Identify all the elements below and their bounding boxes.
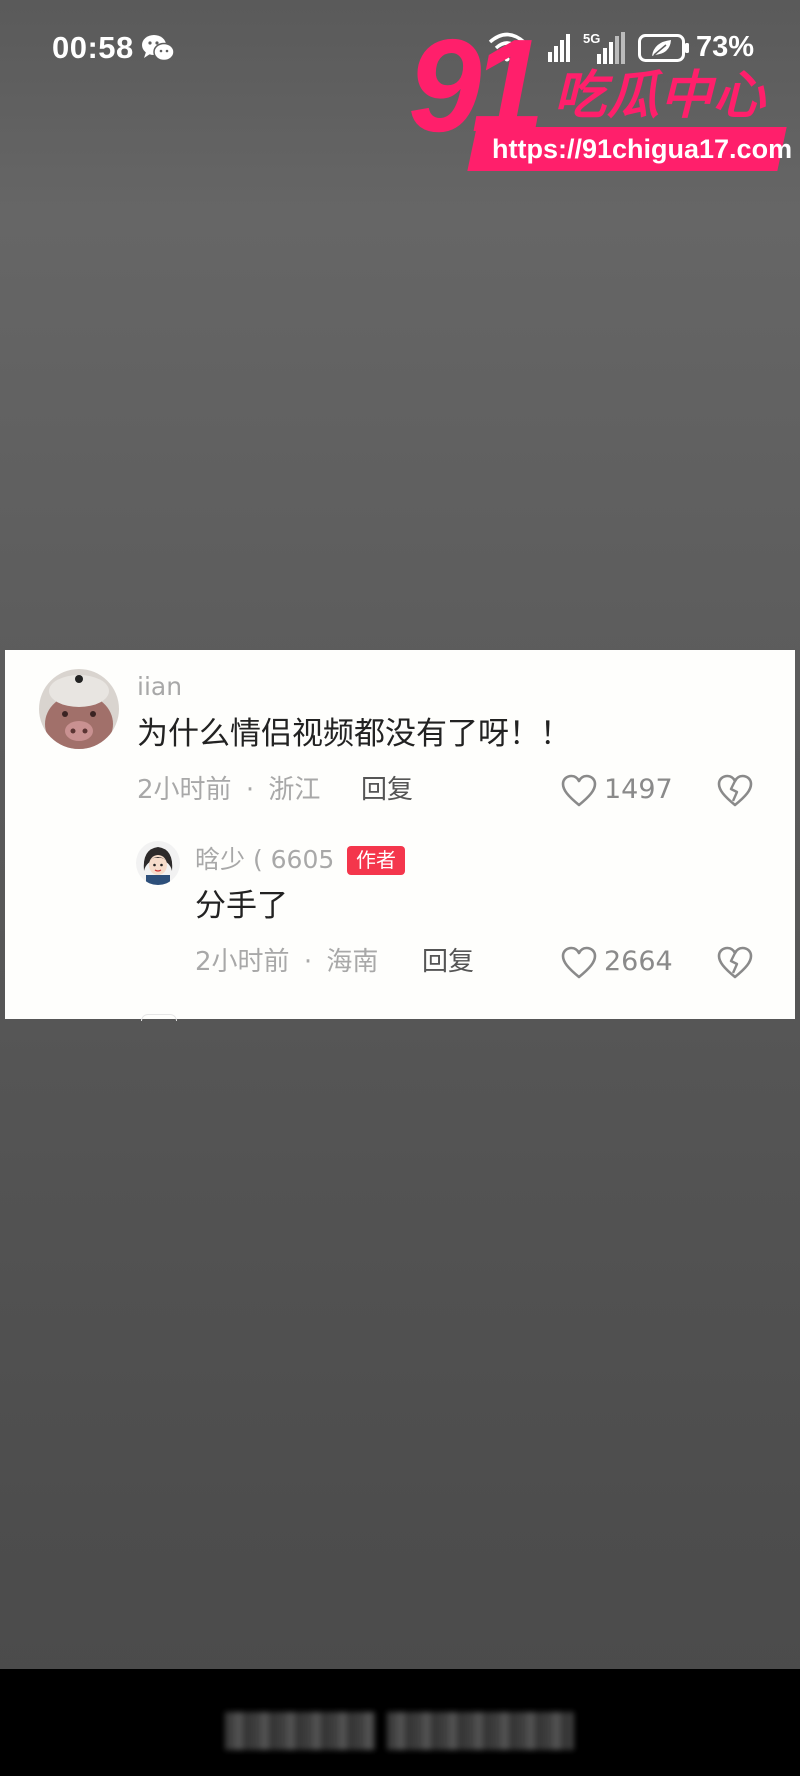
heart-icon[interactable] xyxy=(561,946,597,980)
comment-meta: 2小时前 · 海南 xyxy=(195,945,378,979)
comment-time: 2小时前 xyxy=(195,947,290,977)
broken-heart-icon[interactable] xyxy=(717,774,753,808)
like-count: 2664 xyxy=(604,946,673,977)
meta-separator: · xyxy=(303,947,313,977)
author-badge: 作者 xyxy=(347,846,405,875)
like-count: 1497 xyxy=(604,774,673,805)
wechat-icon xyxy=(142,35,175,62)
heart-icon[interactable] xyxy=(561,774,597,808)
pixelated-text-block xyxy=(225,1712,375,1750)
pixelated-text-block xyxy=(387,1712,574,1750)
comment-card: iian 为什么情侣视频都没有了呀！！ 2小时前 · 浙江 回复 1497 晗少… xyxy=(5,650,795,1021)
comment-text: 为什么情侣视频都没有了呀！！ xyxy=(137,716,571,752)
cartoon-girl-avatar-image xyxy=(136,841,180,885)
comment-username[interactable]: iian xyxy=(137,672,182,702)
reply-button[interactable]: 回复 xyxy=(422,945,474,979)
comment-location: 海南 xyxy=(326,947,379,977)
pig-avatar-image xyxy=(39,669,119,749)
avatar[interactable] xyxy=(136,841,180,885)
comment-location: 浙江 xyxy=(268,775,321,805)
comment-username[interactable]: 晗少 ( 6605 xyxy=(195,845,334,875)
comment-text: 分手了 xyxy=(195,888,288,924)
reply-button[interactable]: 回复 xyxy=(361,773,413,807)
comment-meta: 2小时前 · 浙江 xyxy=(137,773,320,807)
meta-separator: · xyxy=(245,775,255,805)
watermark-logo: 91 吃瓜中心 https://91chigua17.com xyxy=(408,20,792,175)
watermark-title: 吃瓜中心 xyxy=(554,66,767,126)
avatar[interactable] xyxy=(39,669,119,749)
comment-time: 2小时前 xyxy=(137,775,232,805)
broken-heart-icon[interactable] xyxy=(717,946,753,980)
watermark-url: https://91chigua17.com xyxy=(492,134,793,164)
next-comment-avatar-peek xyxy=(141,1014,177,1021)
status-time: 00:58 xyxy=(52,30,134,65)
